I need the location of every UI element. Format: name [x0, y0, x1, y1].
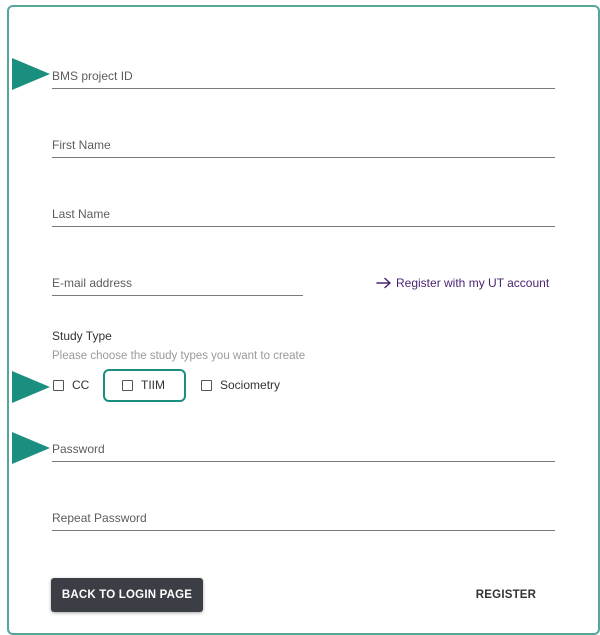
repeat-password-field	[52, 508, 555, 531]
project-id-field	[52, 66, 555, 89]
checkbox-cc[interactable]: CC	[53, 378, 89, 392]
checkbox-tiim[interactable]: TIIM	[122, 378, 165, 392]
checkbox-box[interactable]	[122, 379, 133, 391]
checkbox-sociometry[interactable]: Sociometry	[201, 378, 280, 392]
password-field	[52, 439, 555, 462]
back-to-login-button[interactable]: BACK TO LOGIN PAGE	[51, 578, 203, 612]
annotation-arrow-icon	[12, 58, 50, 90]
study-type-hint: Please choose the study types you want t…	[52, 350, 306, 362]
study-type-title: Study Type	[52, 329, 112, 343]
register-button[interactable]: REGISTER	[466, 580, 546, 610]
checkbox-box[interactable]	[53, 379, 64, 391]
project-id-input[interactable]	[52, 66, 555, 86]
arrow-right-icon	[376, 277, 391, 289]
register-ut-account-link[interactable]: Register with my UT account	[376, 276, 549, 290]
checkbox-label: CC	[72, 378, 90, 392]
annotation-arrow-icon	[12, 371, 50, 403]
first-name-field	[52, 135, 555, 158]
register-ut-account-label: Register with my UT account	[396, 276, 550, 290]
email-input[interactable]	[52, 273, 303, 293]
checkbox-label: Sociometry	[220, 378, 281, 392]
annotation-arrow-icon	[12, 432, 50, 464]
password-input[interactable]	[52, 439, 555, 459]
page-frame	[7, 5, 600, 635]
last-name-field	[52, 204, 555, 227]
email-field	[52, 273, 303, 296]
first-name-input[interactable]	[52, 135, 555, 155]
checkbox-box[interactable]	[201, 379, 212, 391]
repeat-password-input[interactable]	[52, 508, 555, 528]
last-name-input[interactable]	[52, 204, 555, 224]
checkbox-label: TIIM	[141, 378, 165, 392]
